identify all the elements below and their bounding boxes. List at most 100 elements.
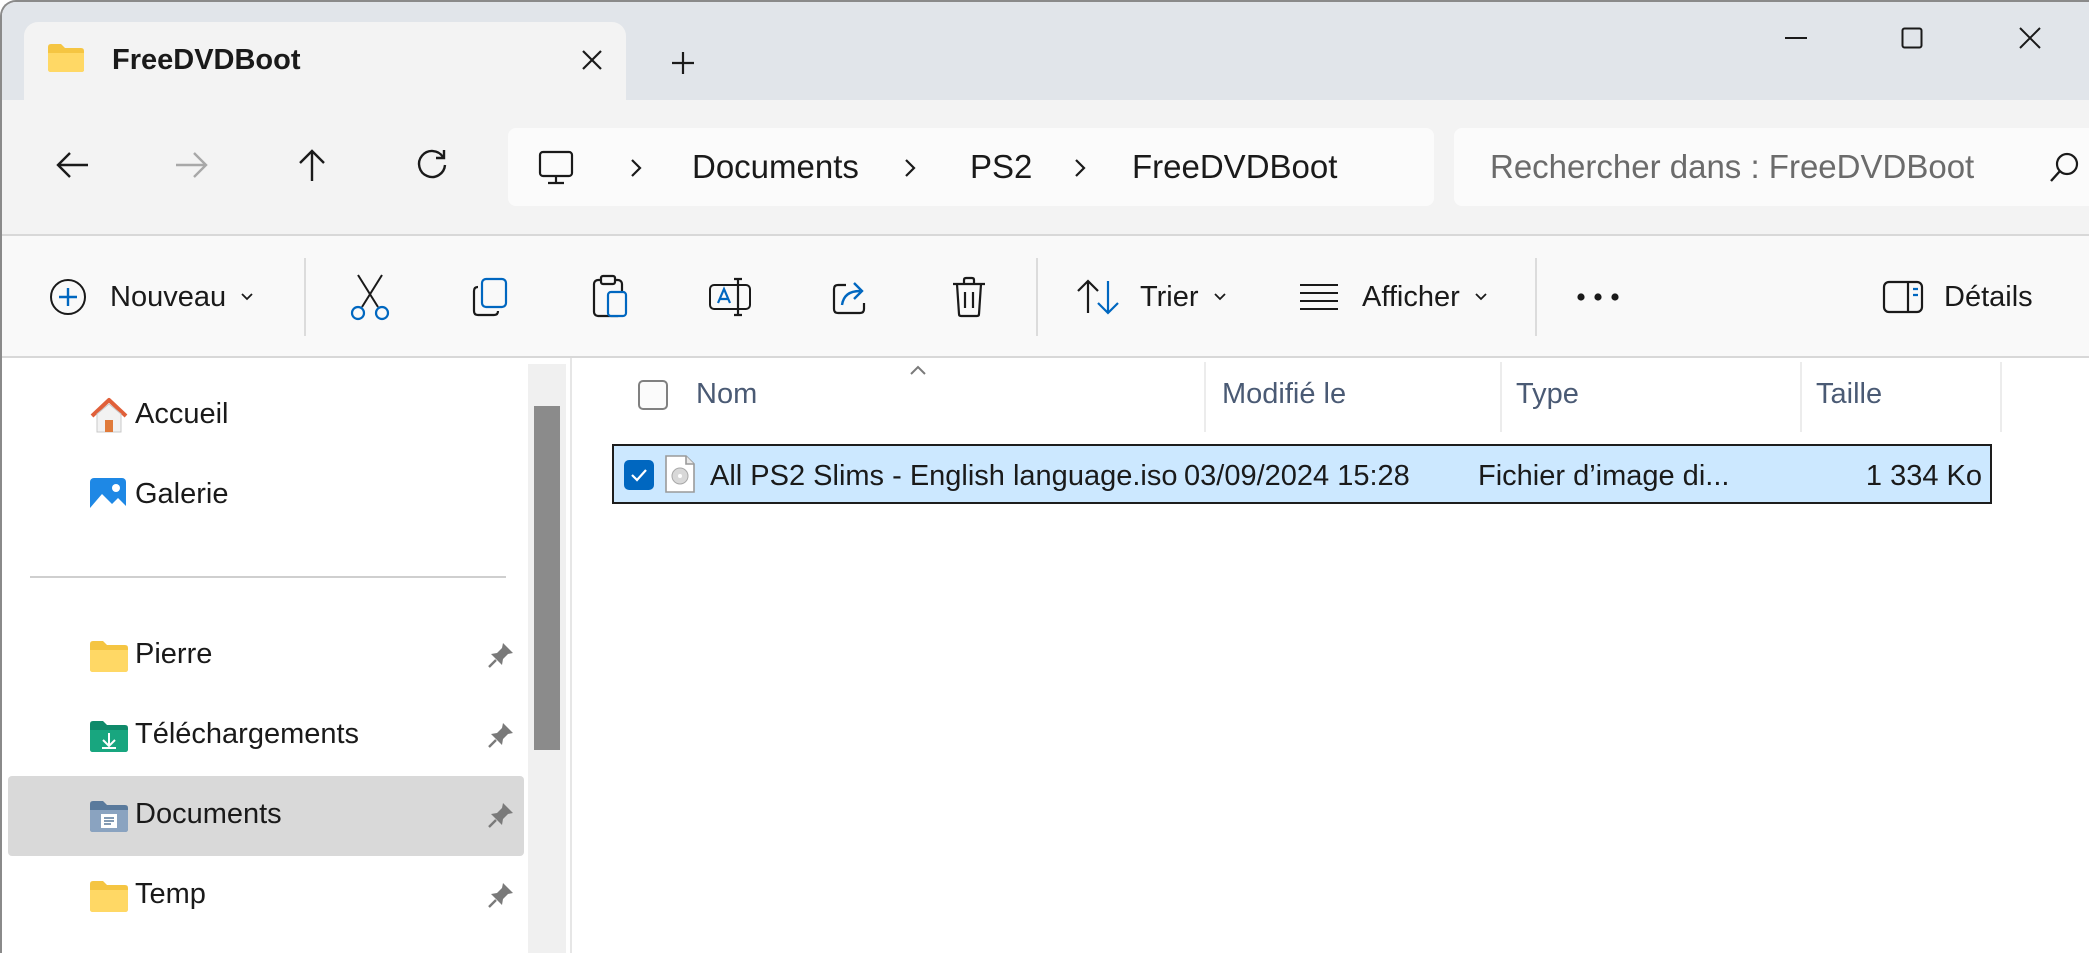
chevron-right-icon[interactable] (624, 152, 648, 184)
documents-folder-icon (90, 801, 128, 832)
sidebar-scrollbar-thumb[interactable] (534, 406, 560, 750)
navigation-pane: Accueil Galerie Pierre Téléchargements D… (2, 358, 572, 953)
address-bar[interactable]: Documents PS2 FreeDVDBoot (508, 128, 1434, 206)
folder-icon (90, 881, 128, 912)
close-icon (2019, 27, 2041, 49)
new-label: Nouveau (110, 280, 227, 313)
sidebar-item-telechargements[interactable]: Téléchargements (8, 696, 524, 776)
breadcrumb-ps2[interactable]: PS2 (970, 148, 1032, 186)
breadcrumb-freedvdboot[interactable]: FreeDVDBoot (1132, 148, 1337, 186)
maximize-icon (1901, 27, 1923, 49)
pin-icon[interactable] (486, 720, 516, 750)
view-button[interactable]: Afficher (1298, 266, 1488, 328)
row-checkbox[interactable] (624, 460, 654, 490)
back-button[interactable] (42, 140, 102, 190)
sidebar-item-galerie[interactable]: Galerie (8, 456, 524, 536)
column-header-name[interactable]: Nom (696, 378, 757, 411)
share-icon (832, 282, 866, 315)
new-button[interactable]: Nouveau (48, 266, 254, 328)
separator (1535, 258, 1537, 336)
close-window-button[interactable] (2000, 14, 2060, 62)
sidebar-item-label: Pierre (135, 638, 213, 670)
rename-button[interactable] (708, 266, 752, 328)
more-options-button[interactable] (1576, 266, 1620, 328)
breadcrumb-documents[interactable]: Documents (692, 148, 859, 186)
plus-circle-icon (50, 279, 86, 315)
share-button[interactable] (830, 266, 872, 328)
cut-icon (350, 274, 390, 321)
close-tab-button[interactable] (572, 40, 612, 80)
sidebar-item-label: Accueil (135, 398, 229, 430)
column-divider[interactable] (1204, 362, 1206, 432)
table-row[interactable]: All PS2 Slims - English language.iso 03/… (612, 444, 1992, 504)
tab-title: FreeDVDBoot (112, 44, 301, 76)
file-modified: 03/09/2024 15:28 (1184, 460, 1410, 492)
minimize-icon (1785, 37, 1807, 39)
pin-icon[interactable] (486, 640, 516, 670)
chevron-right-icon[interactable] (898, 152, 922, 184)
view-label: Afficher (1362, 280, 1460, 313)
new-tab-button[interactable] (662, 42, 704, 84)
command-bar: Nouveau Trier Afficher Détails (2, 236, 2089, 358)
chevron-down-icon (241, 293, 253, 301)
arrow-right-icon (176, 152, 208, 178)
refresh-button[interactable] (402, 140, 462, 190)
pin-icon[interactable] (486, 800, 516, 830)
computer-icon (538, 150, 574, 185)
details-pane-button[interactable]: Détails (1882, 266, 2033, 328)
search-input[interactable]: Rechercher dans : FreeDVDBoot (1490, 148, 1974, 186)
sidebar-item-documents[interactable]: Documents (8, 776, 524, 856)
search-box[interactable]: Rechercher dans : FreeDVDBoot (1454, 128, 2089, 206)
refresh-icon (417, 149, 447, 179)
column-divider[interactable] (1500, 362, 1502, 432)
sidebar-divider (30, 576, 506, 578)
checkmark-icon (631, 469, 647, 482)
arrow-left-icon (56, 152, 88, 178)
file-size: 1 334 Ko (1865, 460, 1982, 492)
column-divider[interactable] (1800, 362, 1802, 432)
forward-button[interactable] (162, 140, 222, 190)
pin-icon[interactable] (486, 880, 516, 910)
sort-ascending-icon (910, 365, 926, 375)
column-header-modified[interactable]: Modifié le (1222, 378, 1346, 411)
sidebar-item-pierre[interactable]: Pierre (8, 616, 524, 696)
paste-button[interactable] (590, 266, 630, 328)
column-header-type[interactable]: Type (1516, 378, 1579, 411)
sidebar-item-label: Galerie (135, 478, 229, 510)
sidebar-item-temp[interactable]: Temp (8, 856, 524, 936)
navigation-bar: Documents PS2 FreeDVDBoot Rechercher dan… (2, 100, 2089, 236)
plus-icon (672, 52, 694, 74)
chevron-right-icon[interactable] (1068, 152, 1092, 184)
select-all-checkbox[interactable] (638, 380, 668, 410)
copy-button[interactable] (470, 266, 510, 328)
sort-icon (1077, 279, 1119, 315)
sidebar-item-label: Téléchargements (135, 718, 360, 750)
up-button[interactable] (282, 140, 342, 190)
tab-freedvdboot[interactable]: FreeDVDBoot (24, 22, 626, 100)
sort-label: Trier (1140, 280, 1199, 313)
file-list: Nom Modifié le Type Taille All PS2 Slims… (574, 358, 2089, 953)
view-list-icon (1300, 284, 1338, 310)
file-name[interactable]: All PS2 Slims - English language.iso (710, 460, 1177, 493)
file-explorer-window: FreeDVDBoot Documents PS2 FreeDVDBoot Re… (0, 0, 2089, 953)
sidebar-item-accueil[interactable]: Accueil (8, 376, 524, 456)
title-bar: FreeDVDBoot (2, 2, 2089, 100)
rename-icon (709, 277, 751, 317)
close-icon (582, 50, 602, 70)
cut-button[interactable] (348, 266, 392, 328)
home-icon (90, 398, 128, 433)
sort-button[interactable]: Trier (1076, 266, 1227, 328)
search-icon (2050, 152, 2079, 182)
chevron-down-icon (1475, 293, 1487, 301)
column-divider[interactable] (2000, 362, 2002, 432)
column-header-size[interactable]: Taille (1816, 378, 1882, 411)
folder-icon (90, 641, 128, 672)
minimize-button[interactable] (1766, 14, 1826, 62)
details-label: Détails (1944, 280, 2033, 313)
file-type: Fichier d’image di... (1478, 460, 1730, 492)
copy-icon (472, 277, 508, 317)
maximize-button[interactable] (1882, 14, 1942, 62)
details-pane-icon (1882, 280, 1924, 314)
sidebar-item-label: Documents (135, 798, 282, 830)
delete-button[interactable] (950, 266, 988, 328)
